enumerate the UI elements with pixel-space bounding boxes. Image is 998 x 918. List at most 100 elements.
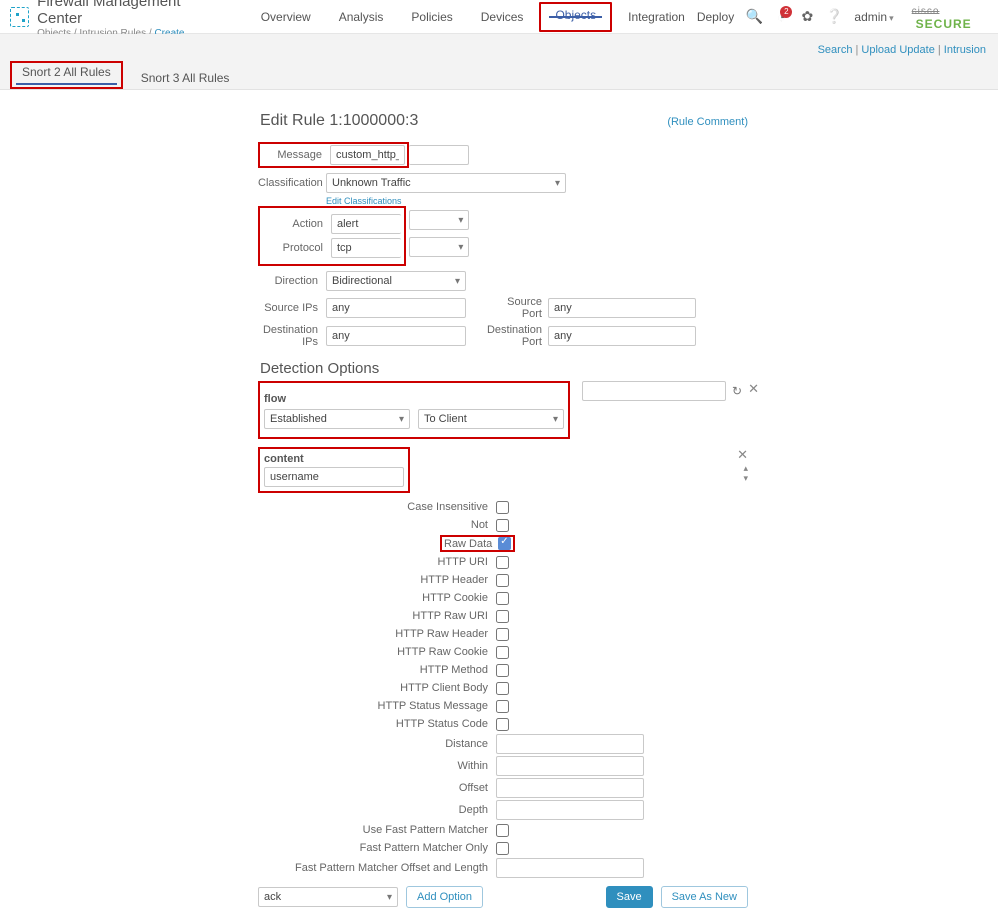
edit-classifications-link[interactable]: Edit Classifications (326, 196, 748, 206)
opt-http-uri[interactable] (496, 556, 509, 569)
flow-refresh-icon[interactable]: ↻ (732, 384, 742, 398)
content-title: content (264, 453, 304, 465)
opt-http-status-msg-label: HTTP Status Message (258, 700, 488, 712)
opt-http-raw-uri-label: HTTP Raw URI (258, 610, 488, 622)
opt-not[interactable] (496, 519, 509, 532)
content-close-icon[interactable]: ✕ (737, 447, 748, 463)
opt-http-client-body[interactable] (496, 682, 509, 695)
notifications-icon[interactable]: ◔2 (774, 9, 788, 25)
brand-block: cisco SECURE (912, 3, 992, 31)
notification-badge: 2 (780, 6, 792, 18)
label-classification: Classification (258, 177, 318, 189)
opt-http-status-code-label: HTTP Status Code (258, 718, 488, 730)
message-input-ext[interactable] (409, 145, 469, 165)
opt-fpm-offset-len-input[interactable] (496, 858, 644, 878)
save-button[interactable]: Save (606, 886, 653, 908)
opt-fpm-only-label: Fast Pattern Matcher Only (258, 842, 488, 854)
src-ips-input[interactable] (326, 298, 466, 318)
search-icon[interactable]: 🔍 (746, 9, 762, 25)
label-src-ips: Source IPs (258, 302, 318, 314)
link-search[interactable]: Search (818, 44, 853, 56)
tab-snort2[interactable]: Snort 2 All Rules (16, 59, 117, 83)
opt-distance-input[interactable] (496, 734, 644, 754)
flow-close-icon[interactable]: ✕ (748, 381, 759, 397)
nav-policies[interactable]: Policies (399, 0, 464, 33)
link-upload-update[interactable]: Upload Update (861, 44, 934, 56)
opt-depth-label: Depth (258, 804, 488, 816)
opt-http-cookie[interactable] (496, 592, 509, 605)
label-dst-ips: Destination IPs (258, 324, 318, 348)
help-icon[interactable]: ❔ (826, 9, 842, 25)
src-port-input[interactable] (548, 298, 696, 318)
label-direction: Direction (258, 275, 318, 287)
main-nav: Overview Analysis Policies Devices Objec… (249, 0, 697, 33)
settings-icon[interactable]: ✿ (800, 9, 814, 25)
protocol-select[interactable]: tcp (331, 238, 401, 258)
protocol-select-arrow[interactable]: ▾ (409, 237, 469, 257)
flow-extra-select[interactable] (582, 381, 726, 401)
action-select-arrow[interactable]: ▾ (409, 210, 469, 230)
opt-raw-data[interactable] (498, 537, 511, 550)
opt-http-status-code[interactable] (496, 718, 509, 731)
opt-case-insensitive-label: Case Insensitive (258, 501, 488, 513)
opt-http-method[interactable] (496, 664, 509, 677)
save-as-new-button[interactable]: Save As New (661, 886, 748, 908)
content-up-icon[interactable]: ▴ (743, 464, 748, 473)
content-input[interactable] (264, 467, 404, 487)
opt-http-raw-uri[interactable] (496, 610, 509, 623)
label-action: Action (263, 218, 323, 230)
opt-http-client-body-label: HTTP Client Body (258, 682, 488, 694)
opt-fpm-offset-len-label: Fast Pattern Matcher Offset and Length (258, 862, 488, 874)
label-protocol: Protocol (263, 242, 323, 254)
opt-http-status-msg[interactable] (496, 700, 509, 713)
opt-http-raw-header[interactable] (496, 628, 509, 641)
flow-established-select[interactable]: Established▾ (264, 409, 410, 429)
message-input[interactable] (330, 145, 405, 165)
opt-http-header[interactable] (496, 574, 509, 587)
deploy-menu[interactable]: Deploy (697, 10, 734, 24)
flow-title: flow (264, 393, 286, 405)
opt-depth-input[interactable] (496, 800, 644, 820)
dst-port-input[interactable] (548, 326, 696, 346)
sub-links: Search | Upload Update | Intrusion (818, 44, 986, 56)
action-protocol-highlight: Action alert Protocol tcp (258, 206, 406, 266)
action-select[interactable]: alert (331, 214, 401, 234)
flow-toclient-select[interactable]: To Client▾ (418, 409, 564, 429)
rule-comment-link[interactable]: (Rule Comment) (667, 116, 748, 128)
header-right: Deploy 🔍 ◔2 ✿ ❔ admin▾ cisco SECURE (697, 3, 992, 31)
add-option-select[interactable]: ack▾ (258, 887, 398, 907)
nav-overview[interactable]: Overview (249, 0, 323, 33)
opt-http-raw-cookie[interactable] (496, 646, 509, 659)
label-message: Message (262, 149, 322, 161)
direction-select[interactable]: Bidirectional▾ (326, 271, 466, 291)
opt-fpm[interactable] (496, 824, 509, 837)
opt-within-label: Within (258, 760, 488, 772)
dst-ips-input[interactable] (326, 326, 466, 346)
link-intrusion[interactable]: Intrusion (944, 44, 986, 56)
opt-fpm-label: Use Fast Pattern Matcher (258, 824, 488, 836)
opt-within-input[interactable] (496, 756, 644, 776)
snort2-highlight: Snort 2 All Rules (10, 61, 123, 89)
add-option-button[interactable]: Add Option (406, 886, 483, 908)
label-dst-port: Destination Port (484, 324, 542, 348)
nav-objects[interactable]: Objects (543, 8, 608, 22)
opt-offset-input[interactable] (496, 778, 644, 798)
classification-select[interactable]: Unknown Traffic▾ (326, 173, 566, 193)
user-menu[interactable]: admin▾ (854, 10, 893, 24)
opt-http-uri-label: HTTP URI (258, 556, 488, 568)
opt-not-label: Not (258, 519, 488, 531)
opt-fpm-only[interactable] (496, 842, 509, 855)
nav-devices[interactable]: Devices (469, 0, 536, 33)
opt-http-method-label: HTTP Method (258, 664, 488, 676)
nav-objects-highlight: Objects (539, 2, 612, 32)
nav-analysis[interactable]: Analysis (327, 0, 396, 33)
tab-snort3[interactable]: Snort 3 All Rules (135, 65, 236, 89)
opt-http-cookie-label: HTTP Cookie (258, 592, 488, 604)
content-down-icon[interactable]: ▾ (743, 474, 748, 483)
nav-integration[interactable]: Integration (616, 0, 697, 33)
app-logo (10, 7, 29, 27)
opt-distance-label: Distance (258, 738, 488, 750)
opt-http-raw-cookie-label: HTTP Raw Cookie (258, 646, 488, 658)
label-src-port: Source Port (484, 296, 542, 320)
opt-case-insensitive[interactable] (496, 501, 509, 514)
